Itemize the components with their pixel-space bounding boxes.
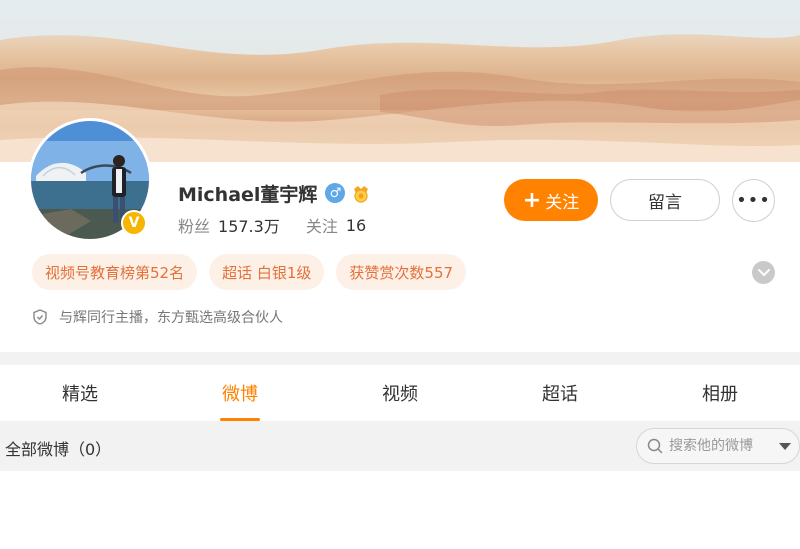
post-search[interactable]: [636, 428, 800, 464]
all-posts-filter[interactable]: 全部微博（0）: [5, 436, 111, 460]
following-count[interactable]: 16: [346, 216, 366, 235]
tag-ranking[interactable]: 视频号教育榜第52名: [32, 254, 198, 290]
profile-tags: 视频号教育榜第52名 超话 白银1级 获赞赏次数557: [32, 254, 478, 290]
male-icon: ♂: [325, 183, 346, 203]
fans-count[interactable]: 157.3万: [218, 213, 280, 237]
feed-toolbar: 全部微博（0）: [0, 421, 800, 471]
section-divider: [0, 352, 800, 365]
profile-name-row: Michael董宇辉 ♂: [178, 180, 372, 206]
search-icon: [647, 438, 663, 454]
tab-albums[interactable]: 相册: [640, 365, 800, 421]
follow-button[interactable]: + 关注: [504, 179, 598, 221]
shield-icon: [33, 309, 47, 325]
more-icon: •••: [736, 190, 771, 211]
verified-badge-icon: V: [121, 210, 147, 236]
caret-down-icon[interactable]: [779, 443, 791, 450]
intro-text: 与辉同行主播，东方甄选高级合伙人: [59, 310, 283, 326]
tag-super-topic[interactable]: 超话 白银1级: [209, 254, 325, 290]
profile-intro: 与辉同行主播，东方甄选高级合伙人: [33, 307, 283, 327]
message-button[interactable]: 留言: [610, 179, 720, 221]
profile-stats: 粉丝 157.3万 关注 16: [178, 213, 366, 237]
following-label[interactable]: 关注: [306, 213, 338, 237]
more-options-button[interactable]: •••: [732, 179, 775, 222]
message-button-label: 留言: [648, 192, 682, 213]
expand-tags-button[interactable]: [752, 261, 775, 284]
profile-name: Michael董宇辉: [178, 183, 318, 206]
profile-tabs: 精选 微博 视频 超话 相册: [0, 365, 800, 421]
search-input[interactable]: [669, 438, 769, 454]
medal-icon[interactable]: [350, 182, 372, 204]
feed-content: [0, 471, 800, 549]
tab-super-topics[interactable]: 超话: [480, 365, 640, 421]
tag-rewards[interactable]: 获赞赏次数557: [336, 254, 467, 290]
tab-weibo[interactable]: 微博: [160, 365, 320, 421]
follow-button-label: 关注: [545, 192, 580, 213]
fans-label[interactable]: 粉丝: [178, 213, 210, 237]
tab-videos[interactable]: 视频: [320, 365, 480, 421]
plus-icon: +: [522, 187, 542, 213]
tab-featured[interactable]: 精选: [0, 365, 160, 421]
chevron-down-icon: [757, 268, 770, 276]
